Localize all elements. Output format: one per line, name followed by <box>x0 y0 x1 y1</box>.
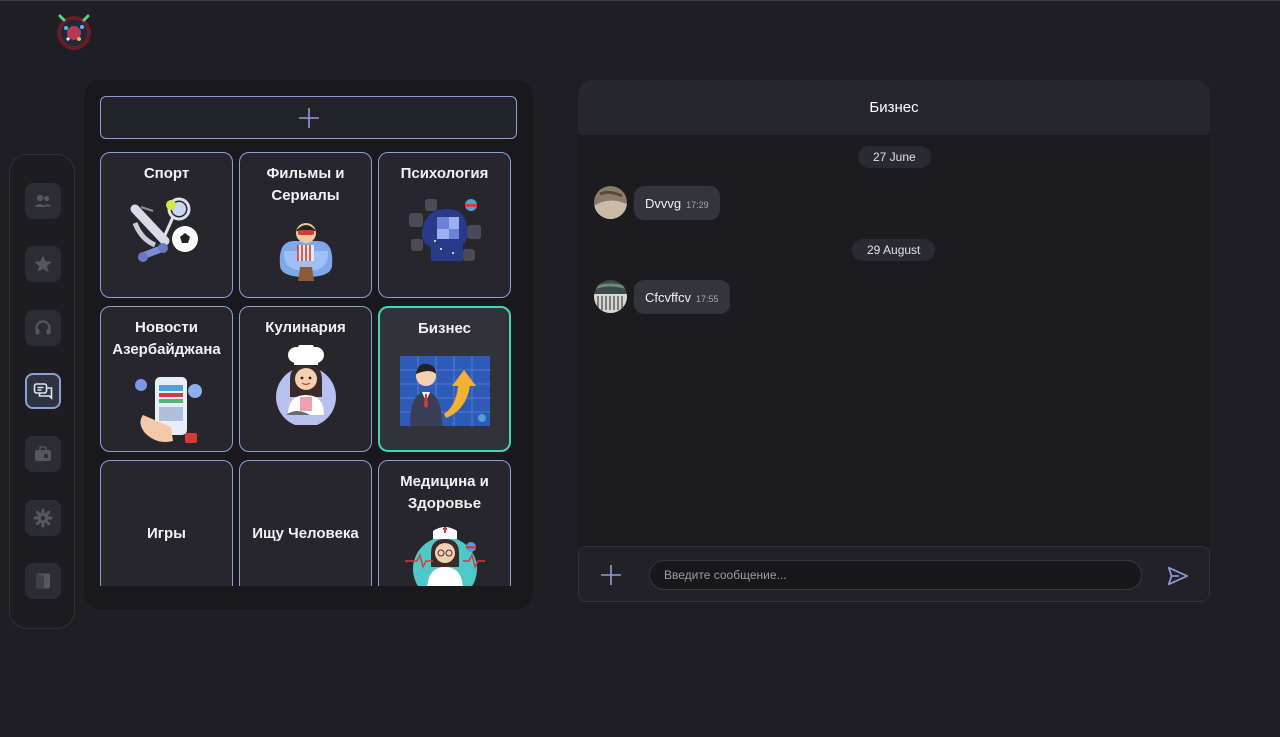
plus-icon <box>298 107 319 128</box>
date-separator: 29 August <box>852 239 936 261</box>
add-category-button[interactable] <box>100 96 517 139</box>
logout-icon <box>36 573 50 589</box>
avatar[interactable] <box>594 280 627 313</box>
nav-support-button[interactable] <box>25 310 61 346</box>
medicine-illustration-icon <box>404 527 485 586</box>
categories-panel: Спорт Фильмы и Сериалы Психология Новост… <box>84 80 533 609</box>
category-tile-movies[interactable]: Фильмы и Сериалы <box>239 152 372 298</box>
psychology-illustration-icon <box>408 199 481 261</box>
category-label: Ищу Человека <box>252 525 359 542</box>
message-text: Cfcvffcv <box>645 289 691 305</box>
nav-logout-button[interactable] <box>25 563 61 599</box>
category-tile-find-person[interactable]: Ищу Человека <box>239 460 372 586</box>
send-icon <box>1167 566 1189 586</box>
chat-icon <box>33 383 53 400</box>
nav-users-button[interactable] <box>25 183 61 219</box>
navigation-rail <box>9 154 75 629</box>
category-label: Медицина и Здоровье <box>400 473 489 512</box>
category-label: Спорт <box>143 165 190 182</box>
briefcase-icon <box>35 446 51 461</box>
avatar[interactable] <box>594 186 627 219</box>
chat-window: Бизнес 27 June Dvvvg 17:29 29 August Cfc… <box>578 80 1210 602</box>
message-bubble[interactable]: Dvvvg 17:29 <box>634 186 720 220</box>
category-label: Игры <box>146 525 186 542</box>
category-tile-sport[interactable]: Спорт <box>100 152 233 298</box>
gear-icon <box>33 508 53 528</box>
nav-favorites-button[interactable] <box>25 246 61 282</box>
movies-illustration-icon <box>279 223 332 281</box>
headset-icon <box>35 320 51 335</box>
nav-business-button[interactable] <box>25 436 61 472</box>
top-divider <box>0 0 1280 1</box>
category-label: Кулинария <box>265 319 346 336</box>
message-text: Dvvvg <box>645 195 682 211</box>
category-label: Психология <box>400 165 489 182</box>
category-label: Бизнес <box>417 320 471 337</box>
category-label: Фильмы и Сериалы <box>266 165 345 204</box>
category-tile-games[interactable]: Игры <box>100 460 233 586</box>
attach-button[interactable] <box>597 561 625 589</box>
star-icon <box>34 255 52 272</box>
category-label: Новости Азербайджана <box>112 319 221 358</box>
message-list[interactable]: 27 June Dvvvg 17:29 29 August Cfcvffcv 1… <box>578 135 1210 547</box>
category-tile-psychology[interactable]: Психология <box>378 152 511 298</box>
category-grid: Спорт Фильмы и Сериалы Психология Новост… <box>100 152 520 586</box>
cooking-illustration-icon <box>275 345 336 425</box>
users-icon <box>34 194 52 207</box>
nav-settings-button[interactable] <box>25 500 61 536</box>
plus-icon <box>601 565 621 585</box>
message-input[interactable] <box>649 560 1142 590</box>
message-time: 17:29 <box>686 200 709 210</box>
category-tile-news[interactable]: Новости Азербайджана <box>100 306 233 452</box>
send-button[interactable] <box>1165 563 1191 589</box>
app-logo-icon[interactable] <box>54 10 94 52</box>
sport-illustration-icon <box>130 197 198 262</box>
news-illustration-icon <box>134 377 202 443</box>
category-tile-cooking[interactable]: Кулинария <box>239 306 372 452</box>
nav-chats-button[interactable] <box>25 373 61 409</box>
message-composer <box>578 546 1210 602</box>
date-separator: 27 June <box>858 146 931 168</box>
business-illustration-icon <box>399 356 490 426</box>
category-tile-business[interactable]: Бизнес <box>378 306 511 452</box>
chat-title: Бизнес <box>578 80 1210 135</box>
message-bubble[interactable]: Cfcvffcv 17:55 <box>634 280 730 314</box>
category-tile-medicine[interactable]: Медицина и Здоровье <box>378 460 511 586</box>
message-time: 17:55 <box>696 294 719 304</box>
